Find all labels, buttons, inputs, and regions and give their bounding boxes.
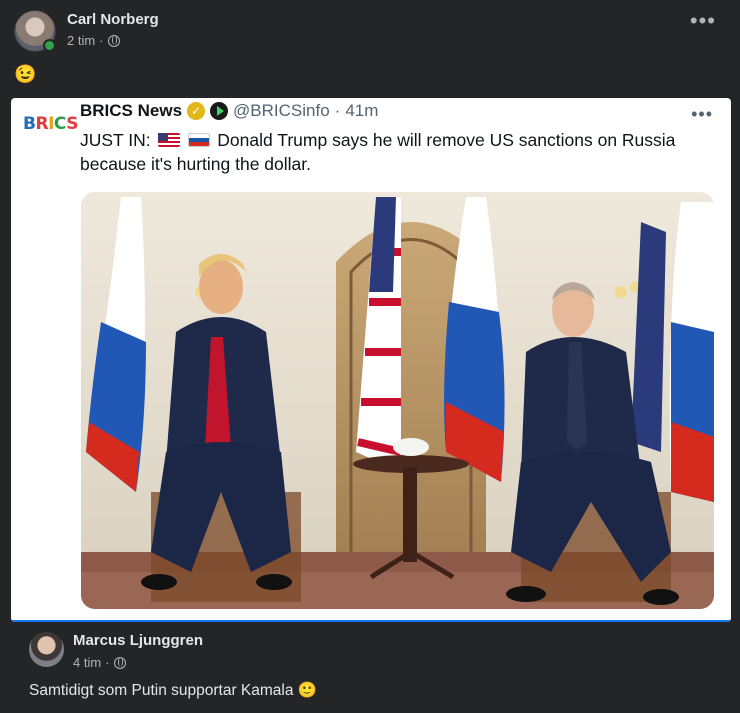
- post-author-name[interactable]: Carl Norberg: [67, 11, 159, 28]
- online-status-icon: [43, 39, 56, 52]
- tweet-handle: @BRICSinfo: [233, 101, 330, 120]
- tweet-photo: [81, 192, 714, 609]
- post-more-options-button[interactable]: •••: [690, 10, 716, 32]
- brics-logo: BRICS: [23, 114, 78, 134]
- verified-badge-icon: ✓: [187, 102, 206, 120]
- globe-icon: [107, 34, 120, 47]
- shared-tweet-image[interactable]: BRICS BRICS News ✓ @BRICSinfo · 41m ••• …: [11, 98, 731, 622]
- us-flag-icon: [157, 133, 180, 147]
- post-separator: ·: [99, 33, 104, 48]
- tweet-time: 41m: [345, 101, 379, 120]
- comment-separator: ·: [105, 655, 110, 670]
- comment-text: Samtidigt som Putin supportar Kamala 🙂: [29, 682, 318, 699]
- summit-photo-illustration: [81, 192, 714, 609]
- commenter-avatar[interactable]: [29, 632, 64, 667]
- post-text: 😉: [14, 64, 37, 84]
- russia-flag-icon: [188, 133, 211, 147]
- post-subline: 2 tim ·: [67, 33, 159, 48]
- comment-subline: 4 tim ·: [73, 655, 126, 670]
- tweet-author-name: BRICS News: [80, 101, 183, 120]
- post-header: Carl Norberg 2 tim ·: [14, 10, 159, 52]
- author-avatar[interactable]: [14, 10, 56, 52]
- comment: Marcus Ljunggren 4 tim · Samtidigt som P…: [0, 622, 740, 713]
- tweet-text-lead: JUST IN:: [80, 130, 151, 150]
- post-time[interactable]: 2 tim: [67, 33, 95, 48]
- play-badge-icon: [210, 102, 229, 120]
- tweet-more-icon: •••: [691, 104, 713, 124]
- tweet-separator: ·: [334, 101, 341, 120]
- post-meta: Carl Norberg 2 tim ·: [67, 11, 159, 48]
- commenter-name[interactable]: Marcus Ljunggren: [73, 632, 203, 649]
- globe-icon: [113, 656, 126, 669]
- comment-time[interactable]: 4 tim: [73, 655, 101, 670]
- tweet-text: JUST IN: Donald Trump says he will remov…: [80, 128, 720, 176]
- tweet-header: BRICS News ✓ @BRICSinfo · 41m: [80, 101, 378, 121]
